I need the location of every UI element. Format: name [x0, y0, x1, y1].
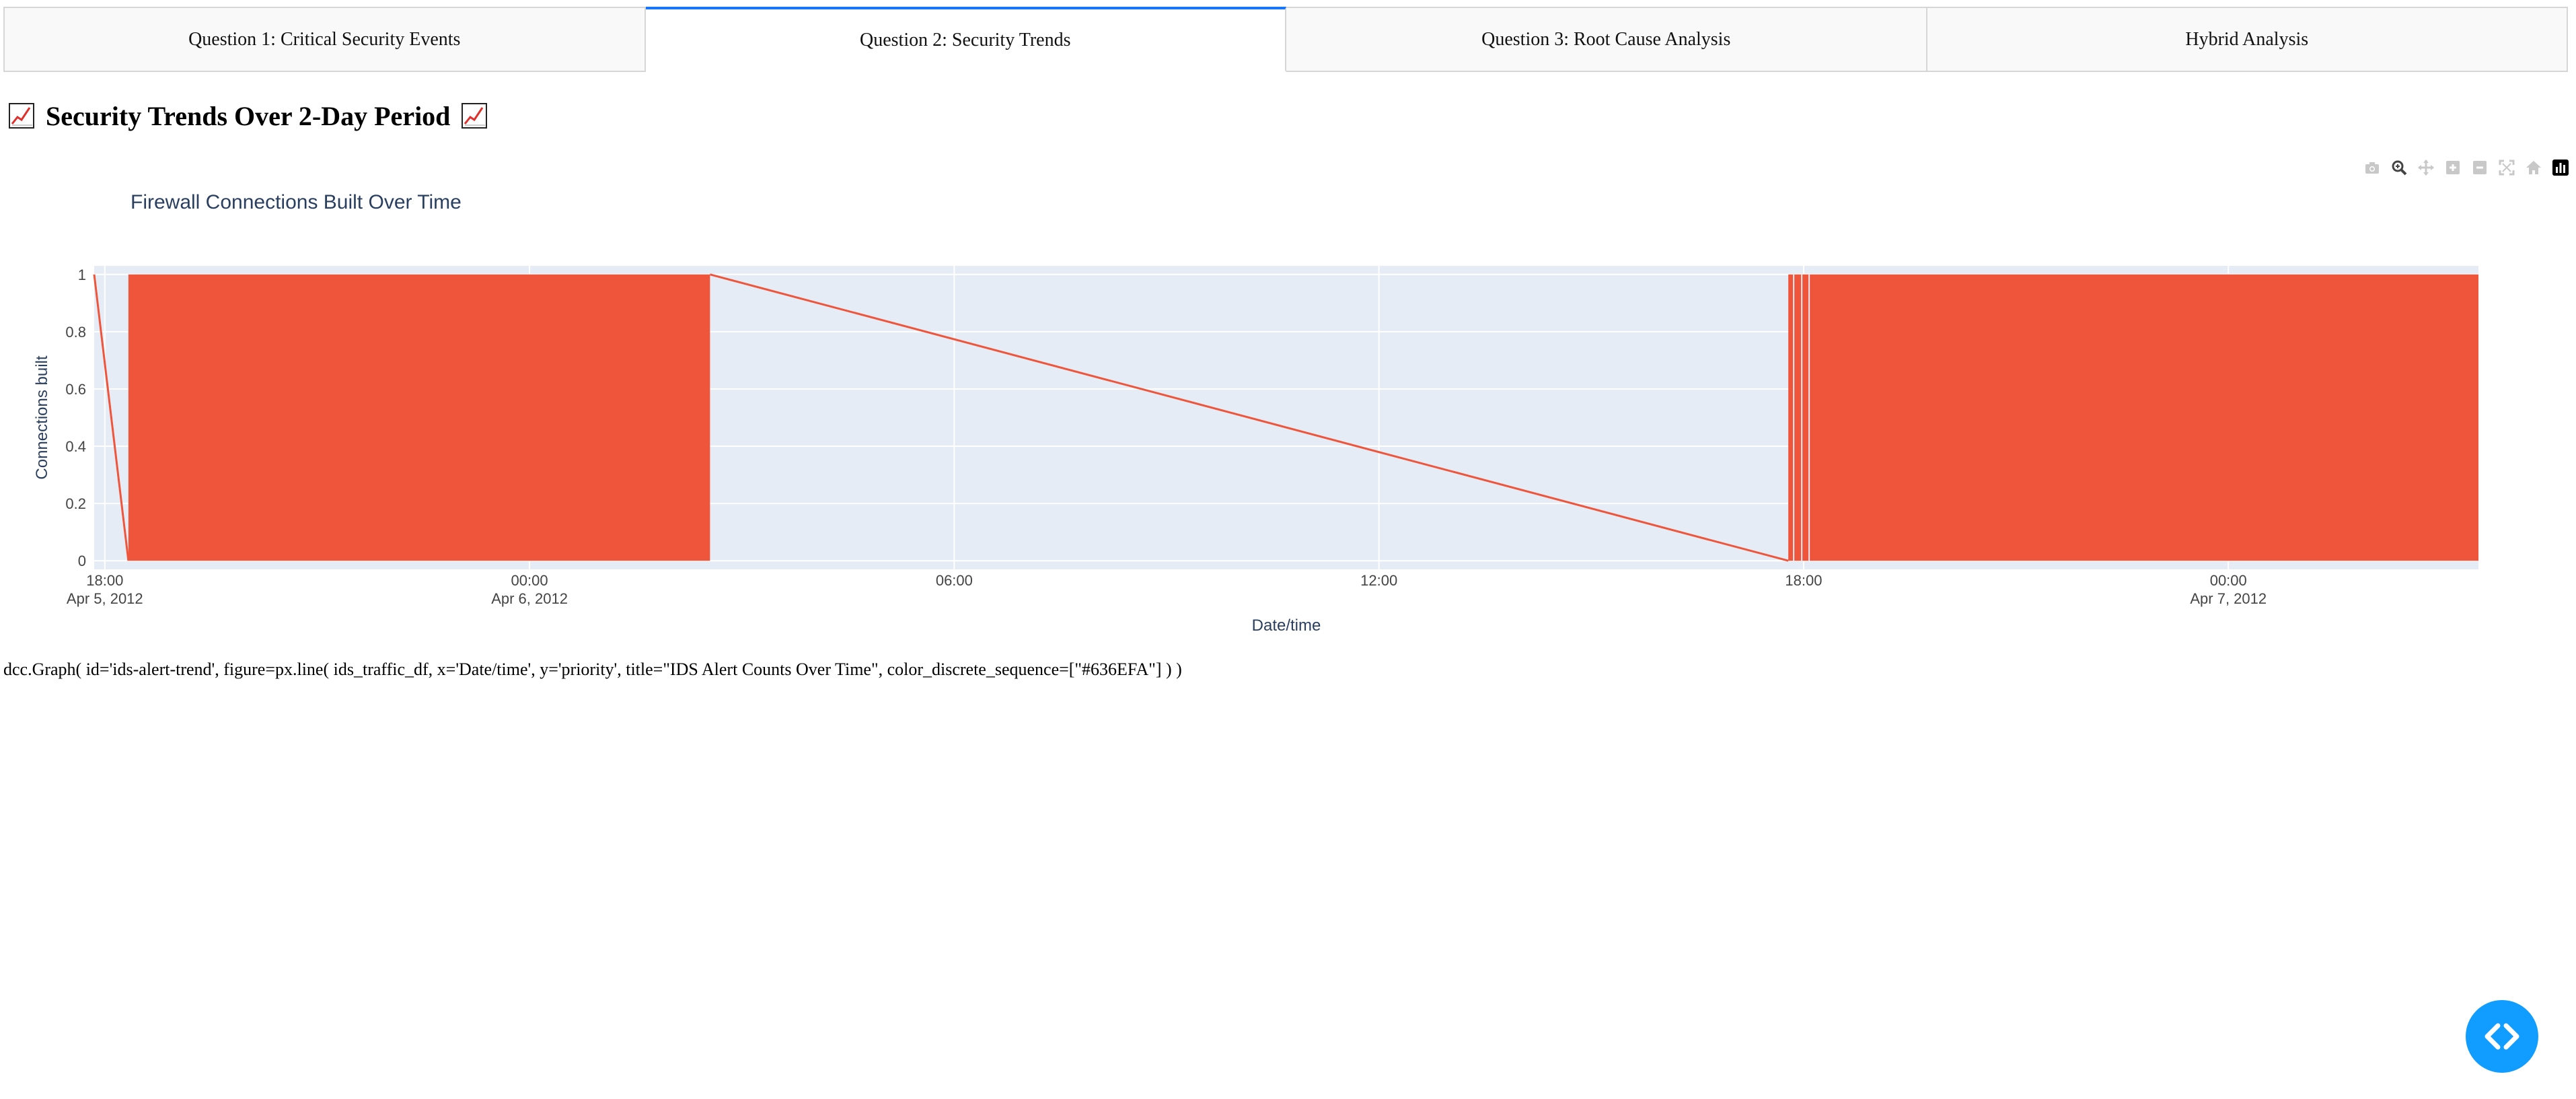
x-tick-sublabel: Apr 6, 2012 — [491, 590, 568, 607]
y-axis-title: Connections built — [33, 355, 51, 479]
x-tick-label: 00:00 — [2210, 572, 2247, 589]
dash-app: Question 1: Critical Security Events Que… — [0, 0, 2576, 1099]
code-brackets-icon — [2485, 1023, 2519, 1050]
chart-increasing-icon — [9, 103, 34, 129]
tab-bar: Question 1: Critical Security Events Que… — [3, 7, 2568, 72]
zoom-in-icon[interactable] — [2444, 159, 2462, 176]
y-tick-label: 1 — [78, 267, 86, 283]
y-tick-label: 0.6 — [65, 381, 86, 398]
x-tick-sublabel: Apr 7, 2012 — [2190, 590, 2267, 607]
x-axis-title: Date/time — [1252, 616, 1321, 635]
page-title-text: Security Trends Over 2-Day Period — [46, 100, 451, 131]
plot-modebar — [2363, 157, 2569, 178]
tab-critical-security-events[interactable]: Question 1: Critical Security Events — [3, 7, 646, 72]
tab-root-cause-analysis[interactable]: Question 3: Root Cause Analysis — [1286, 7, 1927, 72]
page-title: Security Trends Over 2-Day Period — [5, 96, 490, 136]
chart-title: Firewall Connections Built Over Time — [131, 191, 462, 213]
autoscale-icon[interactable] — [2498, 159, 2515, 176]
zoom-out-icon[interactable] — [2471, 159, 2489, 176]
dev-tools-toggle-button[interactable] — [2466, 1000, 2538, 1073]
chart-increasing-icon — [462, 103, 488, 129]
zoom-icon[interactable] — [2390, 159, 2408, 176]
x-tick-label: 12:00 — [1360, 572, 1397, 589]
firewall-connections-graph[interactable]: 0 0.2 0.4 0.6 0.8 1 18:00 Apr 5, 2012 00:00 Apr 6… — [0, 145, 2576, 643]
graph-code-snippet: dcc.Graph( id='ids-alert-trend', figure=… — [3, 660, 1182, 679]
x-tick-label: 18:00 — [86, 572, 123, 589]
chart-canvas: 00.20.40.60.8118:00Apr 5, 201200:00Apr 6… — [33, 191, 2478, 635]
series-dense-oscillation — [128, 274, 710, 561]
reset-axes-icon[interactable] — [2525, 159, 2542, 176]
pan-icon[interactable] — [2417, 159, 2435, 176]
x-tick-label: 18:00 — [1785, 572, 1822, 589]
series-dense-oscillation — [1788, 274, 2478, 561]
x-tick-label: 00:00 — [511, 572, 548, 589]
plotly-logo-icon[interactable] — [2552, 159, 2569, 176]
y-tick-label: 0.2 — [65, 495, 86, 512]
y-tick-label: 0.8 — [65, 324, 86, 341]
tab-security-trends[interactable]: Question 2: Security Trends — [645, 7, 1286, 72]
x-tick-label: 06:00 — [936, 572, 973, 589]
tab-hybrid-analysis[interactable]: Hybrid Analysis — [1927, 7, 2568, 72]
y-tick-label: 0 — [78, 553, 86, 569]
y-tick-label: 0.4 — [65, 438, 86, 455]
camera-icon[interactable] — [2363, 159, 2381, 176]
x-tick-sublabel: Apr 5, 2012 — [67, 590, 143, 607]
